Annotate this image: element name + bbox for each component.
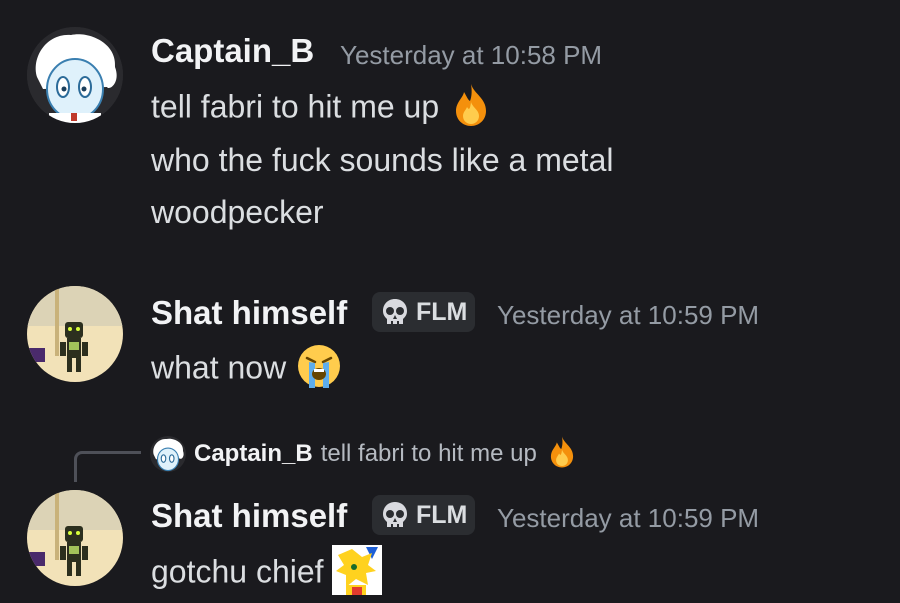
timestamp[interactable]: Yesterday at 10:59 PM [497,300,759,331]
skull-icon [383,502,407,527]
sonic-sticker-emoji[interactable] [332,545,383,603]
author-name[interactable]: Captain_B [151,32,314,70]
reply-text: tell fabri to hit me up [320,440,537,467]
loudly-crying-emoji[interactable] [295,342,343,398]
captain-b-avatar-icon [150,436,186,472]
server-tag[interactable]: FLM [372,292,476,332]
tag-label: FLM [416,500,468,529]
shat-himself-avatar-icon [27,286,123,382]
reply-preview[interactable]: Captain_B tell fabri to hit me up [150,435,579,474]
shat-himself-avatar-icon [27,490,123,586]
message-text: tell fabri to hit me up [151,88,440,125]
message-text: what now [151,349,287,386]
author-name[interactable]: Shat himself [151,294,347,332]
skull-icon [383,299,407,324]
message-line: what now [151,342,343,398]
reply-spine [74,451,141,482]
message-line: tell fabri to hit me up [151,82,494,136]
fire-emoji[interactable] [448,82,494,136]
avatar-captain-b[interactable] [27,27,123,123]
captain-b-avatar-icon [27,27,123,123]
reply-author[interactable]: Captain_B [194,440,313,468]
tag-label: FLM [416,297,468,326]
fire-emoji [545,435,579,474]
message-line: who the fuck sounds like a metal [151,142,614,178]
message-line: gotchu chief [151,545,383,603]
message-line: woodpecker [151,194,324,230]
avatar-shat-himself[interactable] [27,490,123,586]
timestamp[interactable]: Yesterday at 10:59 PM [497,503,759,534]
author-name[interactable]: Shat himself [151,497,347,535]
avatar-shat-himself[interactable] [27,286,123,382]
timestamp[interactable]: Yesterday at 10:58 PM [340,40,602,71]
server-tag[interactable]: FLM [372,495,476,535]
message-text: gotchu chief [151,553,324,590]
reply-avatar [150,436,186,472]
